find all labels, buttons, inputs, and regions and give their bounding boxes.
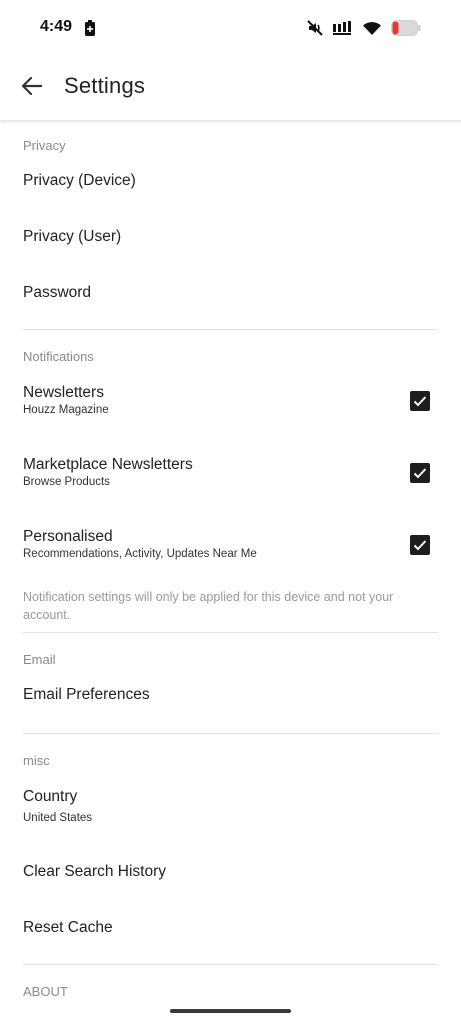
newsletters-checkbox[interactable] <box>410 391 430 411</box>
section-header-privacy: Privacy <box>23 138 66 153</box>
section-header-about: ABOUT <box>23 984 68 999</box>
item-subtitle: Houzz Magazine <box>23 404 109 416</box>
battery-saver-icon <box>85 20 95 36</box>
battery-icon <box>391 20 421 36</box>
country-item[interactable]: Country United States <box>0 776 461 836</box>
check-icon <box>413 540 427 551</box>
item-subtitle: Recommendations, Activity, Updates Near … <box>23 548 257 560</box>
password-item[interactable]: Password <box>0 268 461 320</box>
mute-icon <box>307 20 323 36</box>
item-title: Privacy (User) <box>23 228 122 245</box>
status-icons <box>307 18 421 38</box>
reset-cache-item[interactable]: Reset Cache <box>0 902 461 954</box>
divider <box>23 964 438 965</box>
clear-search-history-item[interactable]: Clear Search History <box>0 846 461 898</box>
notification-note: Notification settings will only be appli… <box>23 590 394 622</box>
item-title: Reset Cache <box>23 919 113 936</box>
marketplace-newsletters-checkbox[interactable] <box>410 463 430 483</box>
marketplace-newsletters-item[interactable]: Marketplace Newsletters Browse Products <box>0 444 461 504</box>
item-subtitle: United States <box>23 812 93 824</box>
section-header-misc: misc <box>23 753 50 768</box>
check-icon <box>413 468 427 479</box>
item-title: Country <box>23 788 78 805</box>
privacy-device-item[interactable]: Privacy (Device) <box>0 156 461 208</box>
section-header-notifications: Notifications <box>23 349 94 364</box>
signal-icon <box>333 21 353 35</box>
item-title: Email Preferences <box>23 686 150 703</box>
divider <box>23 632 438 633</box>
app-bar: Settings <box>0 56 461 120</box>
newsletters-item[interactable]: Newsletters Houzz Magazine <box>0 372 461 432</box>
divider <box>23 329 438 330</box>
home-indicator[interactable] <box>170 1009 291 1013</box>
check-icon <box>413 396 427 407</box>
page-title: Settings <box>64 73 146 98</box>
item-title: Personalised <box>23 528 113 545</box>
back-button[interactable] <box>14 70 50 106</box>
item-title: Password <box>23 284 92 301</box>
section-header-email: Email <box>23 652 56 667</box>
status-bar: 4:49 <box>0 0 461 56</box>
item-title: Privacy (Device) <box>23 172 136 189</box>
item-title: Newsletters <box>23 384 104 401</box>
item-subtitle: Browse Products <box>23 476 110 488</box>
personalised-checkbox[interactable] <box>410 535 430 555</box>
arrow-left-icon <box>21 76 43 100</box>
divider <box>23 733 438 734</box>
personalised-item[interactable]: Personalised Recommendations, Activity, … <box>0 516 461 576</box>
item-title: Clear Search History <box>23 863 166 880</box>
email-preferences-item[interactable]: Email Preferences <box>0 670 461 722</box>
item-title: Marketplace Newsletters <box>23 456 193 473</box>
status-time: 4:49 <box>40 18 73 35</box>
wifi-icon <box>363 21 381 35</box>
privacy-user-item[interactable]: Privacy (User) <box>0 212 461 264</box>
